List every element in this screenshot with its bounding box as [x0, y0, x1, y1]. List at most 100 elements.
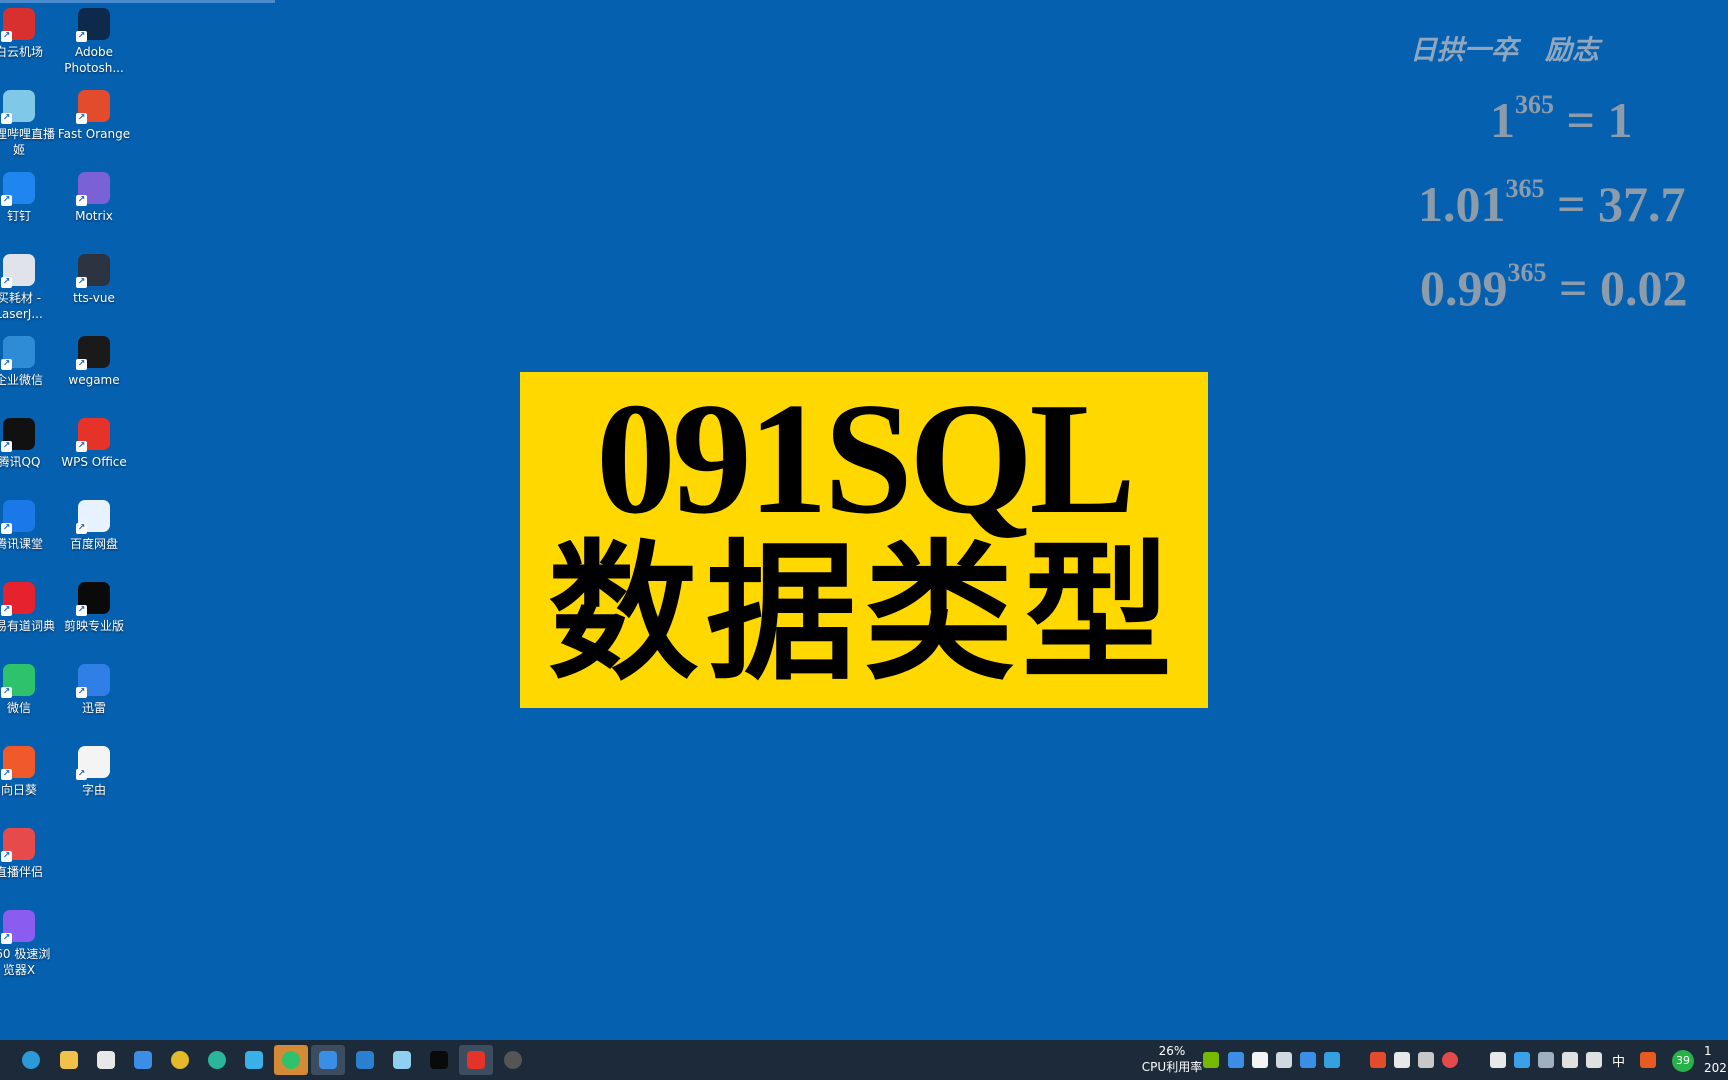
cpu-usage-widget[interactable]: 26% CPU利用率 [1132, 1043, 1212, 1075]
security-tray-icon[interactable] [1394, 1052, 1410, 1068]
taskbar-edge-dev-icon[interactable] [200, 1045, 234, 1075]
desktop-icon-browser-360x[interactable]: ↗ 360 极速浏 览器X [0, 902, 64, 984]
desktop-icon-motrix[interactable]: ↗ Motrix [49, 164, 139, 246]
onedrive-tray-icon[interactable] [1514, 1052, 1530, 1068]
ime-indicator[interactable]: 中 [1612, 1051, 1625, 1070]
desktop-icon-wps-office[interactable]: ↗ WPS Office [49, 410, 139, 492]
taskbar-obs-icon[interactable] [496, 1045, 530, 1075]
desktop-icon-fast-orange[interactable]: ↗ Fast Orange [49, 82, 139, 164]
formula-3: 0.99365 = 0.02 [1420, 258, 1688, 317]
network-tray-icon[interactable] [1562, 1052, 1578, 1068]
shortcut-arrow-icon: ↗ [76, 769, 87, 780]
usb-tray-icon[interactable] [1418, 1052, 1434, 1068]
microphone-tray-icon[interactable] [1490, 1052, 1506, 1068]
desktop-icon-ziyou[interactable]: ↗ 字由 [49, 738, 139, 820]
shortcut-arrow-icon: ↗ [76, 31, 87, 42]
taskbar-search-app-icon[interactable] [237, 1045, 271, 1075]
taskbar-clock[interactable]: 1 202 [1704, 1043, 1727, 1077]
taskbar-file-explorer-icon[interactable] [52, 1045, 86, 1075]
ziyou-icon: ↗ [76, 746, 110, 780]
wechat-icon: ↗ [1, 664, 35, 698]
taskbar-capcut-icon[interactable] [422, 1045, 456, 1075]
cpu-label: CPU利用率 [1141, 1060, 1203, 1074]
shortcut-arrow-icon: ↗ [1, 769, 12, 780]
desktop-icon-capcut[interactable]: ↗ 剪映专业版 [49, 574, 139, 656]
taskbar-edge-icon[interactable] [14, 1045, 48, 1075]
desktop-icon-label: 百度网盘 [69, 537, 118, 551]
desktop-icon-live-companion[interactable]: ↗ 直播伴侣 [0, 820, 64, 902]
wps-office-icon: ↗ [76, 418, 110, 452]
vpn-tray-icon[interactable] [1538, 1052, 1554, 1068]
formula-1-exponent: 365 [1515, 90, 1554, 119]
desktop-icon-label: 剪映专业版 [63, 619, 124, 633]
taskbar-docs-icon[interactable] [385, 1045, 419, 1075]
taskbar-store-icon[interactable] [89, 1045, 123, 1075]
sogou-ime-tray-icon[interactable] [1640, 1052, 1656, 1068]
baidu-netdisk-icon: ↗ [76, 500, 110, 534]
shortcut-arrow-icon: ↗ [76, 441, 87, 452]
shortcut-arrow-icon: ↗ [1, 31, 12, 42]
motrix-icon: ↗ [76, 172, 110, 206]
shortcut-arrow-icon: ↗ [1, 687, 12, 698]
formula-2-base: 1.01 [1418, 176, 1506, 232]
shortcut-arrow-icon: ↗ [1, 195, 12, 206]
desktop-icon-baidu-netdisk[interactable]: ↗ 百度网盘 [49, 492, 139, 574]
desktop-icon-label: Fast Orange [57, 127, 131, 141]
shortcut-arrow-icon: ↗ [1, 359, 12, 370]
volume-tray-icon[interactable] [1586, 1052, 1602, 1068]
camera-tray-icon[interactable] [1276, 1052, 1292, 1068]
nvidia-tray-icon[interactable] [1203, 1052, 1219, 1068]
shortcut-arrow-icon: ↗ [1, 605, 12, 616]
tts-vue-icon: ↗ [76, 254, 110, 288]
desktop-icon-tts-vue[interactable]: ↗ tts-vue [49, 246, 139, 328]
desktop-icon-label: WPS Office [61, 455, 127, 469]
speaker-muted-tray-icon[interactable] [1370, 1052, 1386, 1068]
desktop-icon-label: Motrix [75, 209, 113, 223]
shortcut-arrow-icon: ↗ [1, 851, 12, 862]
taskbar-wps-icon[interactable] [459, 1045, 493, 1075]
photoshop-icon: ↗ [76, 8, 110, 42]
capcut-icon: ↗ [76, 582, 110, 616]
shortcut-arrow-icon: ↗ [76, 605, 87, 616]
shortcut-arrow-icon: ↗ [76, 359, 87, 370]
clock-time: 1 [1704, 1044, 1712, 1058]
formula-1-result: = 1 [1554, 92, 1633, 148]
airport-app-icon: ↗ [1, 8, 35, 42]
qq-icon: ↗ [1, 418, 35, 452]
youdao-dict-icon: ↗ [1, 582, 35, 616]
shortcut-arrow-icon: ↗ [76, 523, 87, 534]
shortcut-arrow-icon: ↗ [1, 523, 12, 534]
taskbar-phone-link-icon[interactable] [311, 1045, 345, 1075]
wecom-icon: ↗ [1, 336, 35, 370]
desktop-icon-photoshop[interactable]: ↗ Adobe Photosh... [49, 0, 139, 82]
title-line-1: 091SQL [595, 369, 1136, 547]
desktop-icon-wegame[interactable]: ↗ wegame [49, 328, 139, 410]
sunlogin-icon: ↗ [1, 746, 35, 780]
tray-app-icon[interactable] [1228, 1052, 1244, 1068]
desktop-icon-label: 迅雷 [81, 701, 106, 715]
record-tray-icon[interactable] [1442, 1052, 1458, 1068]
desktop-icon-thunder[interactable]: ↗ 迅雷 [49, 656, 139, 738]
notification-badge[interactable]: 39 [1672, 1050, 1694, 1072]
shortcut-arrow-icon: ↗ [1, 441, 12, 452]
fast-orange-icon: ↗ [76, 90, 110, 124]
taskbar-vscode-icon[interactable] [348, 1045, 382, 1075]
wegame-icon: ↗ [76, 336, 110, 370]
shortcut-arrow-icon: ↗ [76, 277, 87, 288]
formula-3-result: = 0.02 [1546, 260, 1688, 316]
taskbar-chrome-icon[interactable] [163, 1045, 197, 1075]
formula-2-result: = 37.7 [1544, 176, 1686, 232]
shortcut-arrow-icon: ↗ [76, 687, 87, 698]
formula-3-exponent: 365 [1507, 258, 1547, 287]
dingtalk-icon: ↗ [1, 172, 35, 206]
clock-date: 202 [1704, 1061, 1727, 1075]
pen-tray-icon[interactable] [1252, 1052, 1268, 1068]
taskbar-mail-icon[interactable] [126, 1045, 160, 1075]
crop-tray-icon[interactable] [1300, 1052, 1316, 1068]
shortcut-arrow-icon: ↗ [1, 277, 12, 288]
desktop-icon-label: wegame [68, 373, 120, 387]
tencent-classroom-icon: ↗ [1, 500, 35, 534]
taskbar-wechat-icon[interactable] [274, 1045, 308, 1075]
send-tray-icon[interactable] [1324, 1052, 1340, 1068]
shortcut-arrow-icon: ↗ [76, 113, 87, 124]
